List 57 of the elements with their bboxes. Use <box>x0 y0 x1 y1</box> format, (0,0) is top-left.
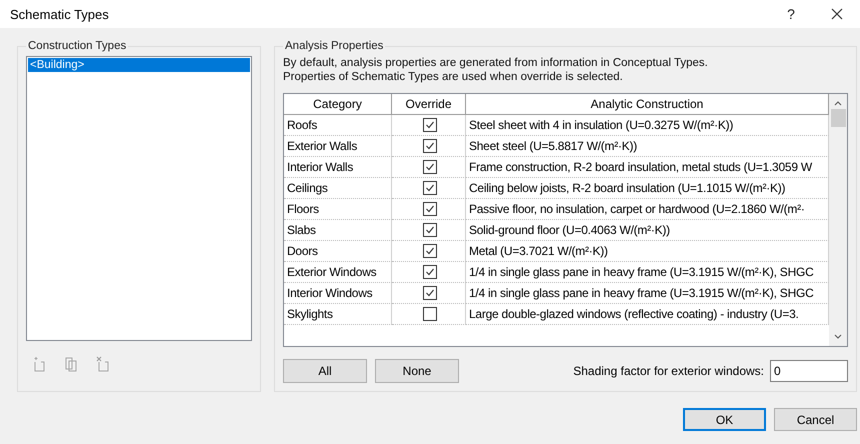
help-button[interactable]: ? <box>768 6 814 22</box>
override-checkbox[interactable] <box>423 307 437 321</box>
override-checkbox[interactable] <box>423 244 437 258</box>
table-cell: Exterior Walls <box>284 136 392 157</box>
override-checkbox[interactable] <box>423 202 437 216</box>
check-mark-icon <box>425 141 435 151</box>
scrollbar[interactable] <box>829 94 847 346</box>
select-button[interactable]: None <box>375 359 459 383</box>
group-title: Analysis Properties <box>284 40 384 52</box>
table-cell: Sheet steel (U=5.8817 W/(m²·K)) <box>466 136 829 157</box>
check-mark-icon <box>425 204 435 214</box>
override-checkbox[interactable] <box>423 265 437 279</box>
table-cell: Interior Windows <box>284 283 392 304</box>
check-mark-icon <box>425 225 435 235</box>
construction-types-list[interactable]: <Building> <box>26 56 252 341</box>
table-cell: Ceilings <box>284 178 392 199</box>
check-mark-icon <box>425 246 435 256</box>
override-checkbox[interactable] <box>423 139 437 153</box>
dialog-button[interactable]: OK <box>683 408 766 431</box>
column-header[interactable]: Override <box>392 94 466 115</box>
group-title: Construction Types <box>27 40 128 52</box>
check-mark-icon <box>425 183 435 193</box>
override-checkbox[interactable] <box>423 223 437 237</box>
table-cell: Floors <box>284 199 392 220</box>
table-cell: Skylights <box>284 304 392 325</box>
description-text: By default, analysis properties are generated from information in Conceptual Types. Properties of Schematic Types are used when override is selected. <box>283 56 709 84</box>
column-header[interactable]: Category <box>284 94 392 115</box>
table-cell: Solid-ground floor (U=0.4063 W/(m²·K)) <box>466 220 829 241</box>
shading-label: Shading factor for exterior windows: <box>573 364 764 378</box>
override-checkbox[interactable] <box>423 118 437 132</box>
window-title: Schematic Types <box>10 6 110 22</box>
table-cell: Large double-glazed windows (reflective coating) - industry (U=3. <box>466 304 829 325</box>
table-cell: Ceiling below joists, R-2 board insulation (U=1.1015 W/(m²·K)) <box>466 178 829 199</box>
table-cell: 1/4 in single glass pane in heavy frame (U=3.1915 W/(m²·K), SHGC <box>466 283 829 304</box>
table-cell: Slabs <box>284 220 392 241</box>
override-checkbox[interactable] <box>423 181 437 195</box>
table-cell: Exterior Windows <box>284 262 392 283</box>
override-checkbox[interactable] <box>423 160 437 174</box>
select-button[interactable]: All <box>283 359 367 383</box>
shading-field[interactable]: 0 <box>770 360 848 382</box>
table-cell: 1/4 in single glass pane in heavy frame (U=3.1915 W/(m²·K), SHGC <box>466 262 829 283</box>
check-mark-icon <box>425 288 435 298</box>
check-mark-icon <box>425 267 435 277</box>
scroll-thumb[interactable] <box>830 109 846 127</box>
override-checkbox[interactable] <box>423 286 437 300</box>
table-cell: Roofs <box>284 115 392 136</box>
table-cell: Passive floor, no insulation, carpet or hardwood (U=2.1860 W/(m²· <box>466 199 829 220</box>
table-cell: Metal (U=3.7021 W/(m²·K)) <box>466 241 829 262</box>
dialog-button[interactable]: Cancel <box>774 408 857 431</box>
check-mark-icon <box>425 162 435 172</box>
column-header[interactable]: Analytic Construction <box>466 94 829 115</box>
table-cell: Steel sheet with 4 in insulation (U=0.3275 W/(m²·K)) <box>466 115 829 136</box>
check-mark-icon <box>425 120 435 130</box>
table-cell: Frame construction, R-2 board insulation, metal studs (U=1.3059 W <box>466 157 829 178</box>
table-cell: Doors <box>284 241 392 262</box>
table-cell: Interior Walls <box>284 157 392 178</box>
list-item[interactable]: <Building> <box>28 58 250 72</box>
